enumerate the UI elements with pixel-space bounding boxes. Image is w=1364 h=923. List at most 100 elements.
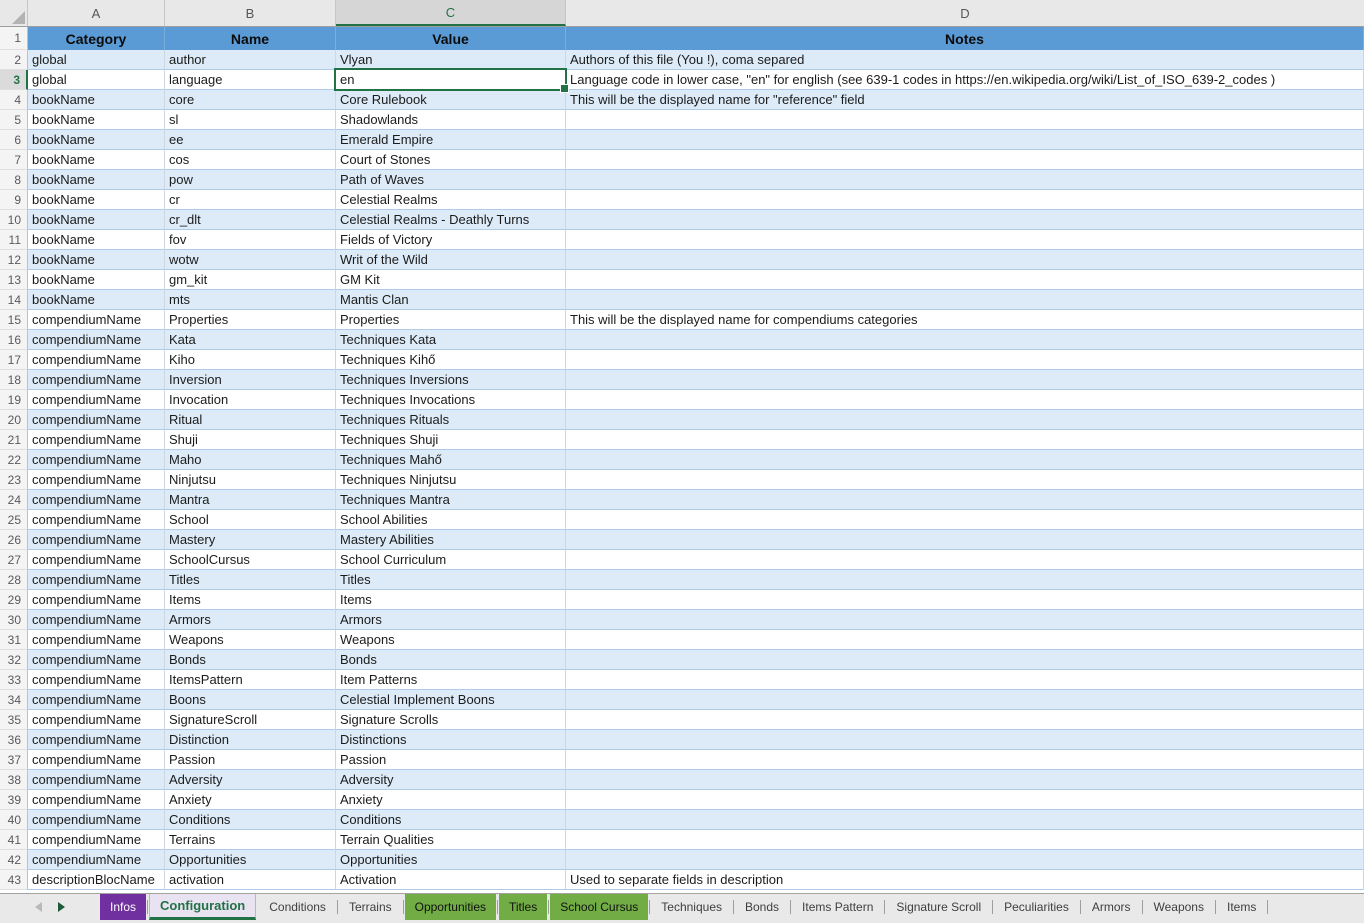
- cell-C21[interactable]: Techniques Shuji: [336, 430, 566, 450]
- cell-B43[interactable]: activation: [165, 870, 336, 890]
- row-header-32[interactable]: 32: [0, 650, 28, 670]
- cell-C24[interactable]: Techniques Mantra: [336, 490, 566, 510]
- cell-C35[interactable]: Signature Scrolls: [336, 710, 566, 730]
- header-cell-notes[interactable]: Notes: [566, 27, 1364, 50]
- cell-A29[interactable]: compendiumName: [28, 590, 165, 610]
- cell-C8[interactable]: Path of Waves: [336, 170, 566, 190]
- cell-D22[interactable]: [566, 450, 1364, 470]
- sheet-tab-peculiarities[interactable]: Peculiarities: [994, 894, 1079, 920]
- cell-A3[interactable]: global: [28, 70, 165, 90]
- cell-A22[interactable]: compendiumName: [28, 450, 165, 470]
- cell-C19[interactable]: Techniques Invocations: [336, 390, 566, 410]
- row-header-28[interactable]: 28: [0, 570, 28, 590]
- cell-C2[interactable]: Vlyan: [336, 50, 566, 70]
- sheet-tab-signature-scroll[interactable]: Signature Scroll: [886, 894, 991, 920]
- row-header-39[interactable]: 39: [0, 790, 28, 810]
- sheet-tab-terrains[interactable]: Terrains: [339, 894, 402, 920]
- cell-A38[interactable]: compendiumName: [28, 770, 165, 790]
- cell-B13[interactable]: gm_kit: [165, 270, 336, 290]
- cell-C28[interactable]: Titles: [336, 570, 566, 590]
- cell-A18[interactable]: compendiumName: [28, 370, 165, 390]
- cell-B8[interactable]: pow: [165, 170, 336, 190]
- header-cell-category[interactable]: Category: [28, 27, 165, 50]
- row-header-41[interactable]: 41: [0, 830, 28, 850]
- row-header-20[interactable]: 20: [0, 410, 28, 430]
- cell-D3[interactable]: Language code in lower case, "en" for en…: [566, 70, 1364, 90]
- cell-D36[interactable]: [566, 730, 1364, 750]
- cell-D8[interactable]: [566, 170, 1364, 190]
- cell-B10[interactable]: cr_dlt: [165, 210, 336, 230]
- column-header-D[interactable]: D: [566, 0, 1364, 26]
- row-header-3[interactable]: 3: [0, 70, 28, 90]
- cell-B4[interactable]: core: [165, 90, 336, 110]
- cell-D18[interactable]: [566, 370, 1364, 390]
- cell-A36[interactable]: compendiumName: [28, 730, 165, 750]
- cell-D41[interactable]: [566, 830, 1364, 850]
- cell-C25[interactable]: School Abilities: [336, 510, 566, 530]
- cell-C29[interactable]: Items: [336, 590, 566, 610]
- row-header-19[interactable]: 19: [0, 390, 28, 410]
- cell-D35[interactable]: [566, 710, 1364, 730]
- sheet-tab-infos[interactable]: Infos: [100, 894, 146, 920]
- cell-C26[interactable]: Mastery Abilities: [336, 530, 566, 550]
- cell-A27[interactable]: compendiumName: [28, 550, 165, 570]
- row-header-21[interactable]: 21: [0, 430, 28, 450]
- row-header-25[interactable]: 25: [0, 510, 28, 530]
- cell-D30[interactable]: [566, 610, 1364, 630]
- cell-D2[interactable]: Authors of this file (You !), coma separ…: [566, 50, 1364, 70]
- column-header-A[interactable]: A: [28, 0, 165, 26]
- cell-A5[interactable]: bookName: [28, 110, 165, 130]
- select-all-corner[interactable]: [0, 0, 28, 26]
- cell-C14[interactable]: Mantis Clan: [336, 290, 566, 310]
- cell-D14[interactable]: [566, 290, 1364, 310]
- cell-D15[interactable]: This will be the displayed name for comp…: [566, 310, 1364, 330]
- cell-B27[interactable]: SchoolCursus: [165, 550, 336, 570]
- cell-B3[interactable]: language: [165, 70, 336, 90]
- row-header-29[interactable]: 29: [0, 590, 28, 610]
- cell-D29[interactable]: [566, 590, 1364, 610]
- cell-A25[interactable]: compendiumName: [28, 510, 165, 530]
- cell-D16[interactable]: [566, 330, 1364, 350]
- cell-C36[interactable]: Distinctions: [336, 730, 566, 750]
- row-header-34[interactable]: 34: [0, 690, 28, 710]
- cell-B42[interactable]: Opportunities: [165, 850, 336, 870]
- cell-D39[interactable]: [566, 790, 1364, 810]
- cell-B40[interactable]: Conditions: [165, 810, 336, 830]
- cell-C31[interactable]: Weapons: [336, 630, 566, 650]
- sheet-tab-armors[interactable]: Armors: [1082, 894, 1141, 920]
- cell-A6[interactable]: bookName: [28, 130, 165, 150]
- cell-B23[interactable]: Ninjutsu: [165, 470, 336, 490]
- cell-A43[interactable]: descriptionBlocName: [28, 870, 165, 890]
- cell-B34[interactable]: Boons: [165, 690, 336, 710]
- cell-D25[interactable]: [566, 510, 1364, 530]
- cell-C7[interactable]: Court of Stones: [336, 150, 566, 170]
- row-header-11[interactable]: 11: [0, 230, 28, 250]
- cell-B24[interactable]: Mantra: [165, 490, 336, 510]
- sheet-tab-conditions[interactable]: Conditions: [259, 894, 336, 920]
- cell-A9[interactable]: bookName: [28, 190, 165, 210]
- cell-B19[interactable]: Invocation: [165, 390, 336, 410]
- cell-A4[interactable]: bookName: [28, 90, 165, 110]
- cell-A35[interactable]: compendiumName: [28, 710, 165, 730]
- cell-A37[interactable]: compendiumName: [28, 750, 165, 770]
- cell-A14[interactable]: bookName: [28, 290, 165, 310]
- row-header-9[interactable]: 9: [0, 190, 28, 210]
- row-header-16[interactable]: 16: [0, 330, 28, 350]
- cell-B16[interactable]: Kata: [165, 330, 336, 350]
- row-header-31[interactable]: 31: [0, 630, 28, 650]
- cell-B2[interactable]: author: [165, 50, 336, 70]
- cell-A7[interactable]: bookName: [28, 150, 165, 170]
- row-header-33[interactable]: 33: [0, 670, 28, 690]
- cell-C13[interactable]: GM Kit: [336, 270, 566, 290]
- row-header-8[interactable]: 8: [0, 170, 28, 190]
- cell-C30[interactable]: Armors: [336, 610, 566, 630]
- cell-D40[interactable]: [566, 810, 1364, 830]
- cell-D11[interactable]: [566, 230, 1364, 250]
- cell-D6[interactable]: [566, 130, 1364, 150]
- row-header-7[interactable]: 7: [0, 150, 28, 170]
- row-header-6[interactable]: 6: [0, 130, 28, 150]
- cell-A10[interactable]: bookName: [28, 210, 165, 230]
- cell-D24[interactable]: [566, 490, 1364, 510]
- cell-D26[interactable]: [566, 530, 1364, 550]
- row-header-36[interactable]: 36: [0, 730, 28, 750]
